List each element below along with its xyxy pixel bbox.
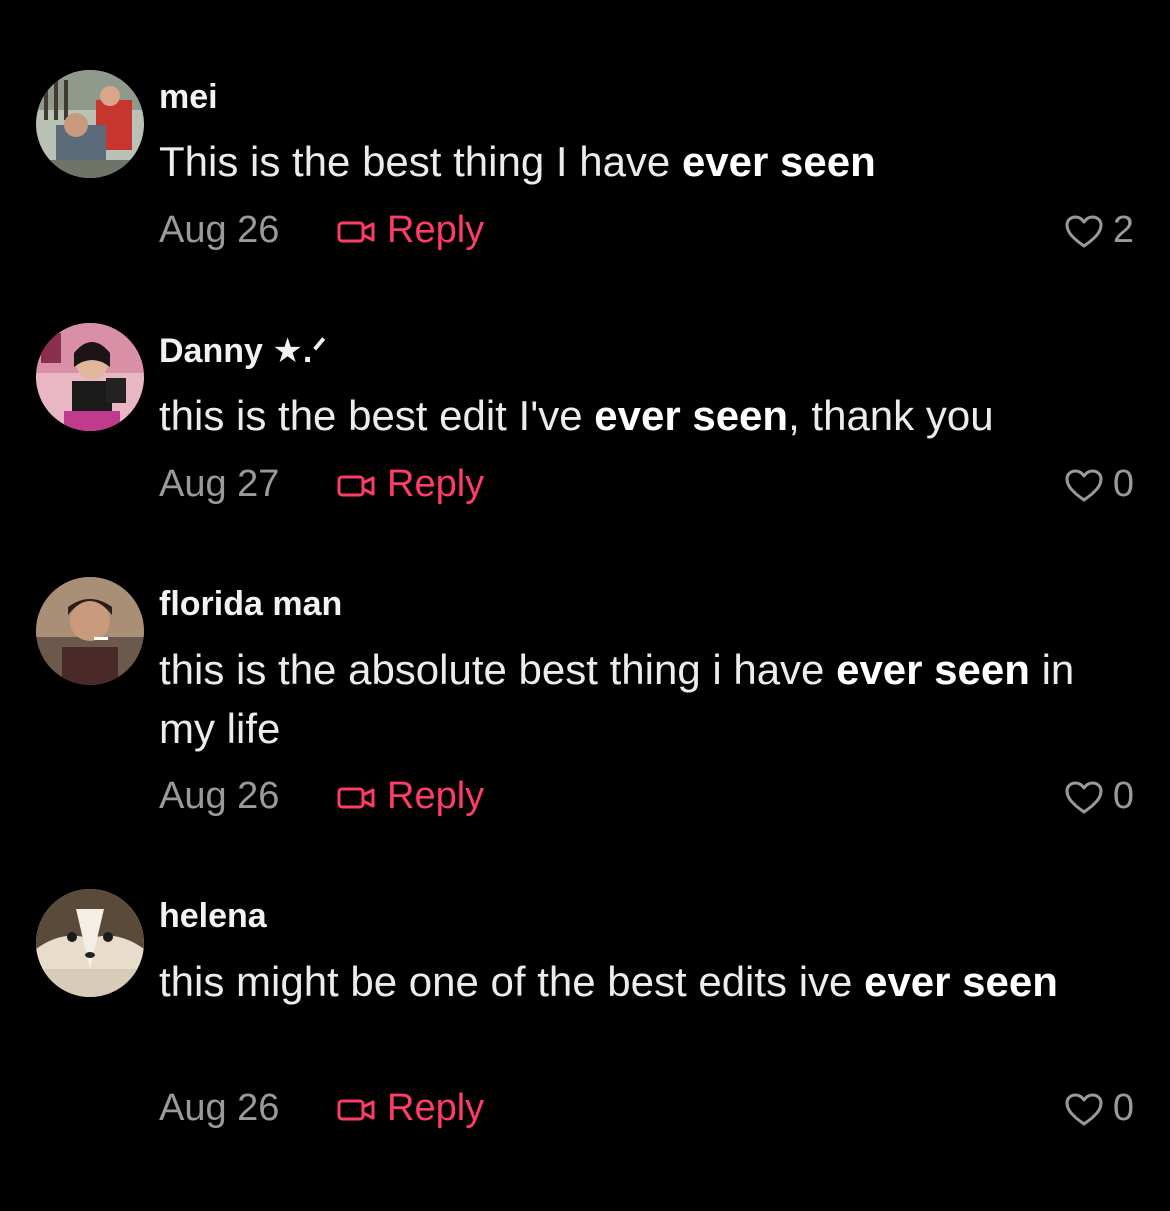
video-reply-icon	[337, 787, 375, 809]
reply-label: Reply	[387, 463, 485, 505]
heart-outline-icon	[1065, 469, 1103, 502]
comment-username[interactable]: Danny ★.ᐟ	[159, 331, 327, 371]
comment-meta: Aug 26 Reply 0	[159, 1084, 1134, 1132]
like-button[interactable]: 2	[1065, 206, 1134, 254]
avatar[interactable]	[36, 70, 144, 178]
reply-button[interactable]: Reply	[337, 206, 484, 254]
heart-outline-icon	[1065, 1093, 1103, 1126]
video-reply-icon	[337, 475, 375, 497]
like-count: 2	[1112, 209, 1134, 251]
reply-label: Reply	[387, 209, 485, 251]
comment-text: this is the absolute best thing i have e…	[159, 646, 1075, 752]
comment-username[interactable]: florida man	[159, 584, 342, 624]
comment-date: Aug 26	[159, 775, 280, 817]
reply-button[interactable]: Reply	[337, 772, 484, 820]
reply-label: Reply	[387, 1087, 485, 1129]
avatar[interactable]	[36, 323, 144, 431]
like-button[interactable]: 0	[1065, 772, 1134, 820]
avatar[interactable]	[36, 889, 144, 997]
comment-meta: Aug 26 Reply 0	[159, 772, 1134, 820]
heart-outline-icon	[1065, 215, 1103, 248]
comment-meta: Aug 27 Reply 0	[159, 460, 1134, 508]
comment-text: this might be one of the best edits ive …	[159, 958, 1058, 1005]
like-button[interactable]: 0	[1065, 460, 1134, 508]
comment-username[interactable]: mei	[159, 77, 218, 117]
reply-button[interactable]: Reply	[337, 460, 484, 508]
comment-username[interactable]: helena	[159, 896, 267, 936]
like-button[interactable]: 0	[1065, 1084, 1134, 1132]
comment-date: Aug 27	[159, 463, 280, 505]
reply-button[interactable]: Reply	[337, 1084, 484, 1132]
like-count: 0	[1112, 463, 1134, 505]
comment-text: this is the best edit I've ever seen, th…	[159, 392, 994, 439]
video-reply-icon	[337, 1099, 375, 1121]
heart-outline-icon	[1065, 781, 1103, 814]
avatar[interactable]	[36, 577, 144, 685]
reply-label: Reply	[387, 775, 485, 817]
comment-text: This is the best thing I have ever seen	[159, 138, 876, 185]
comment-date: Aug 26	[159, 1087, 280, 1129]
video-reply-icon	[337, 221, 375, 243]
comment-date: Aug 26	[159, 209, 280, 251]
like-count: 0	[1112, 1087, 1134, 1129]
like-count: 0	[1112, 775, 1134, 817]
comment-meta: Aug 26 Reply 2	[159, 206, 1134, 254]
